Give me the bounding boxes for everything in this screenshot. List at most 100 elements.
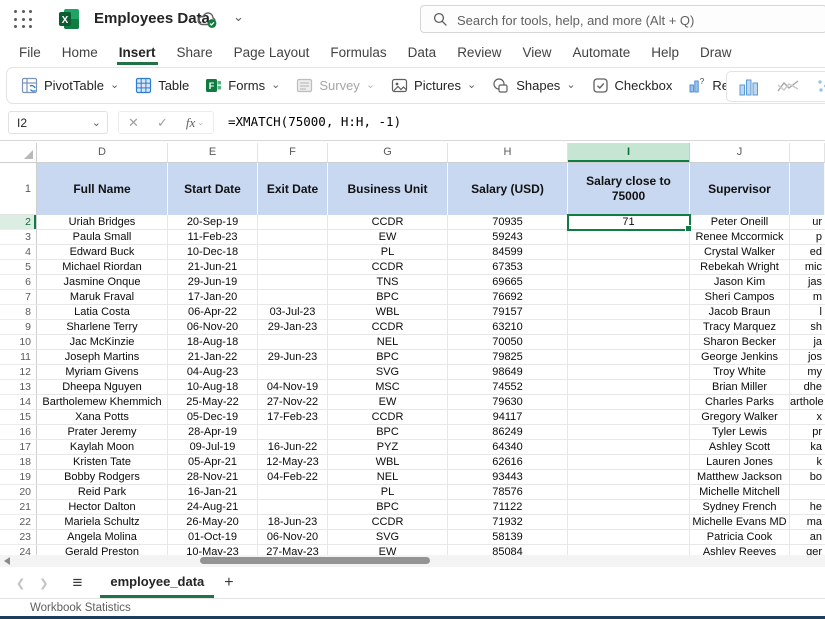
- cloud-saved-icon[interactable]: [196, 10, 220, 35]
- cell[interactable]: [568, 395, 690, 410]
- scatter-chart-icon[interactable]: [817, 78, 825, 95]
- cell[interactable]: Jasmine Onque: [37, 275, 168, 290]
- cell[interactable]: EW: [328, 395, 448, 410]
- cell[interactable]: Michelle Mitchell: [690, 485, 790, 500]
- cell[interactable]: 58139: [448, 530, 568, 545]
- cell[interactable]: jas: [790, 275, 825, 290]
- cell[interactable]: 04-Aug-23: [168, 365, 258, 380]
- cell[interactable]: p: [790, 230, 825, 245]
- header-cell[interactable]: Business Unit: [328, 163, 448, 215]
- cell[interactable]: 16-Jun-22: [258, 440, 328, 455]
- cell[interactable]: [568, 470, 690, 485]
- cell[interactable]: Dheepa Nguyen: [37, 380, 168, 395]
- cell[interactable]: 79825: [448, 350, 568, 365]
- cell[interactable]: EW: [328, 230, 448, 245]
- column-letter-J[interactable]: J: [690, 143, 790, 163]
- cell[interactable]: [568, 530, 690, 545]
- cell[interactable]: BPC: [328, 425, 448, 440]
- pivottable-button[interactable]: PivotTable: [21, 77, 119, 94]
- cell[interactable]: pr: [790, 425, 825, 440]
- cell[interactable]: PL: [328, 485, 448, 500]
- scrollbar-thumb[interactable]: [200, 557, 430, 564]
- cell[interactable]: 06-Apr-22: [168, 305, 258, 320]
- row-number-4[interactable]: 4: [0, 245, 37, 260]
- cell[interactable]: [568, 365, 690, 380]
- cell[interactable]: 84599: [448, 245, 568, 260]
- cell[interactable]: 29-Jun-19: [168, 275, 258, 290]
- cell[interactable]: Angela Molina: [37, 530, 168, 545]
- row-number-1[interactable]: 1: [0, 163, 37, 215]
- add-sheet-icon[interactable]: [224, 574, 233, 592]
- cell[interactable]: sh: [790, 320, 825, 335]
- row-number-13[interactable]: 13: [0, 380, 37, 395]
- cell[interactable]: 28-Apr-19: [168, 425, 258, 440]
- cell[interactable]: Latia Costa: [37, 305, 168, 320]
- cell[interactable]: [258, 230, 328, 245]
- cell[interactable]: Edward Buck: [37, 245, 168, 260]
- cell[interactable]: [568, 290, 690, 305]
- cell[interactable]: [568, 500, 690, 515]
- cell[interactable]: Troy White: [690, 365, 790, 380]
- cell[interactable]: SVG: [328, 530, 448, 545]
- cell[interactable]: Ashley Scott: [690, 440, 790, 455]
- cell[interactable]: 94117: [448, 410, 568, 425]
- cell[interactable]: 11-Feb-23: [168, 230, 258, 245]
- column-letter-D[interactable]: D: [37, 143, 168, 163]
- row-number-3[interactable]: 3: [0, 230, 37, 245]
- cell[interactable]: 71932: [448, 515, 568, 530]
- cell[interactable]: Renee Mccormick: [690, 230, 790, 245]
- cell[interactable]: Maruk Fraval: [37, 290, 168, 305]
- select-all-corner[interactable]: [0, 143, 37, 163]
- cell[interactable]: CCDR: [328, 410, 448, 425]
- cell[interactable]: ur: [790, 215, 825, 230]
- app-launcher-icon[interactable]: [14, 10, 34, 30]
- title-dropdown-icon[interactable]: [233, 9, 244, 25]
- cell[interactable]: Kaylah Moon: [37, 440, 168, 455]
- cell[interactable]: [568, 305, 690, 320]
- cell[interactable]: Sharon Becker: [690, 335, 790, 350]
- cell[interactable]: [258, 215, 328, 230]
- cell[interactable]: he: [790, 500, 825, 515]
- cell[interactable]: Paula Small: [37, 230, 168, 245]
- header-cell[interactable]: Salary (USD): [448, 163, 568, 215]
- cell[interactable]: CCDR: [328, 215, 448, 230]
- cell[interactable]: an: [790, 530, 825, 545]
- cell[interactable]: Sharlene Terry: [37, 320, 168, 335]
- header-cell[interactable]: Exit Date: [258, 163, 328, 215]
- column-letter-E[interactable]: E: [168, 143, 258, 163]
- cell[interactable]: 76692: [448, 290, 568, 305]
- cell[interactable]: BPC: [328, 500, 448, 515]
- cell[interactable]: 70050: [448, 335, 568, 350]
- cell[interactable]: Charles Parks: [690, 395, 790, 410]
- cell[interactable]: [258, 365, 328, 380]
- cell[interactable]: Xana Potts: [37, 410, 168, 425]
- cell[interactable]: 04-Nov-19: [258, 380, 328, 395]
- cell[interactable]: m: [790, 290, 825, 305]
- cell[interactable]: Joseph Martins: [37, 350, 168, 365]
- cell[interactable]: Jacob Braun: [690, 305, 790, 320]
- cell[interactable]: WBL: [328, 305, 448, 320]
- menu-item-review[interactable]: Review: [455, 42, 503, 65]
- cell[interactable]: l: [790, 305, 825, 320]
- cell[interactable]: mic: [790, 260, 825, 275]
- row-number-21[interactable]: 21: [0, 500, 37, 515]
- document-title[interactable]: Employees Data: [94, 10, 210, 27]
- cell[interactable]: my: [790, 365, 825, 380]
- header-cell[interactable]: Supervisor: [690, 163, 790, 215]
- cell[interactable]: ma: [790, 515, 825, 530]
- row-number-7[interactable]: 7: [0, 290, 37, 305]
- column-letter-K-partial[interactable]: [790, 143, 825, 163]
- shapes-button[interactable]: Shapes: [492, 77, 575, 94]
- cell[interactable]: [258, 500, 328, 515]
- column-letter-F[interactable]: F: [258, 143, 328, 163]
- horizontal-scrollbar[interactable]: [0, 555, 825, 567]
- cell[interactable]: MSC: [328, 380, 448, 395]
- cell[interactable]: ed: [790, 245, 825, 260]
- cell[interactable]: [568, 440, 690, 455]
- cell[interactable]: [258, 485, 328, 500]
- cell[interactable]: [568, 245, 690, 260]
- cell[interactable]: 20-Sep-19: [168, 215, 258, 230]
- cell[interactable]: CCDR: [328, 515, 448, 530]
- pictures-button[interactable]: Pictures: [391, 77, 476, 94]
- cell[interactable]: [568, 230, 690, 245]
